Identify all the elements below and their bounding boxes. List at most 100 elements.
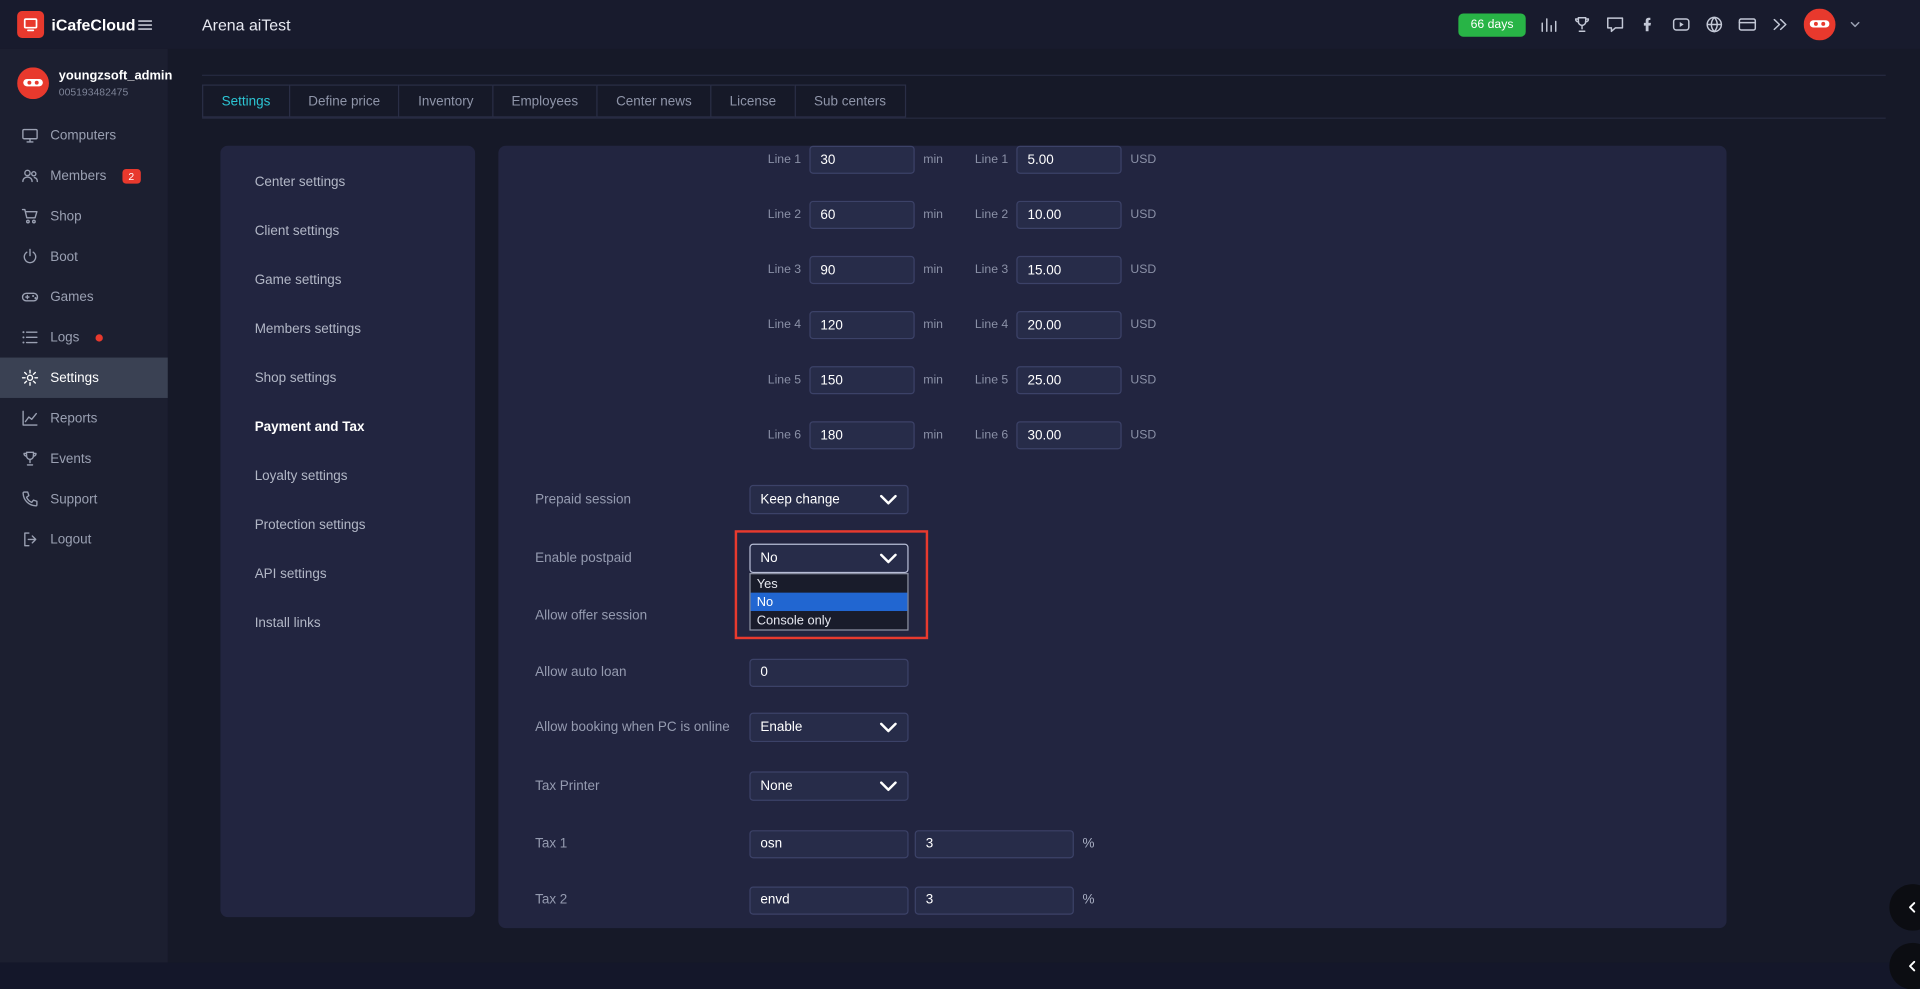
line5-min-input[interactable]	[809, 366, 914, 394]
main-content: Settings Define price Inventory Employee…	[168, 49, 1920, 962]
profile-id: 005193482475	[59, 86, 173, 98]
partners-icon[interactable]	[1771, 15, 1791, 35]
field-label: Allow offer session	[535, 609, 749, 624]
line-row: Line 5 min Line 5 USD	[768, 366, 1156, 394]
nav-shop-settings[interactable]: Shop settings	[220, 354, 475, 403]
tab-define-price[interactable]: Define price	[289, 84, 399, 117]
line4-min-input[interactable]	[809, 311, 914, 339]
sidebar-item-members[interactable]: Members 2	[0, 156, 168, 196]
chat-icon[interactable]	[1605, 15, 1625, 35]
chevron-down-icon[interactable]	[1849, 18, 1861, 30]
sidebar-item-support[interactable]: Support	[0, 479, 168, 519]
line3-usd-input[interactable]	[1016, 256, 1121, 284]
payment-tax-form: Line 1 min Line 1 USD Line 2 min Line 2	[498, 146, 1726, 928]
line6-usd-input[interactable]	[1016, 421, 1121, 449]
sidebar-item-computers[interactable]: Computers	[0, 115, 168, 155]
dropdown-option-console-only[interactable]: Console only	[751, 611, 908, 629]
shop-icon	[21, 207, 39, 225]
facebook-icon[interactable]	[1638, 15, 1658, 35]
line-label: Line 3	[975, 263, 1008, 276]
min-unit-label: min	[923, 429, 943, 442]
tax1-row: Tax 1 %	[535, 829, 1094, 858]
sidebar-item-label: Settings	[50, 370, 99, 385]
line-row: Line 2 min Line 2 USD	[768, 201, 1156, 229]
nav-install-links[interactable]: Install links	[220, 599, 475, 648]
line-label: Line 2	[768, 208, 801, 221]
nav-protection-settings[interactable]: Protection settings	[220, 501, 475, 550]
app-window: iCafeCloud Arena aiTest 66 days	[0, 0, 1920, 962]
nav-client-settings[interactable]: Client settings	[220, 207, 475, 256]
sidebar-item-label: Logs	[50, 330, 79, 345]
nav-members-settings[interactable]: Members settings	[220, 305, 475, 354]
sidebar-item-label: Boot	[50, 249, 78, 264]
user-avatar[interactable]	[1804, 9, 1836, 41]
line-row: Line 1 min Line 1 USD	[768, 146, 1156, 174]
sidebar-item-shop[interactable]: Shop	[0, 196, 168, 236]
tax-printer-select[interactable]: None	[749, 771, 908, 800]
sidebar-item-games[interactable]: Games	[0, 277, 168, 317]
line1-min-input[interactable]	[809, 146, 914, 174]
reports-icon	[21, 409, 39, 427]
prepaid-session-row: Prepaid session Keep change	[535, 485, 908, 514]
sidebar-item-boot[interactable]: Boot	[0, 236, 168, 276]
sidebar-item-settings[interactable]: Settings	[0, 358, 168, 398]
line5-usd-input[interactable]	[1016, 366, 1121, 394]
sidebar-item-label: Reports	[50, 411, 97, 426]
field-label: Allow booking when PC is online	[535, 720, 749, 735]
tab-sub-centers[interactable]: Sub centers	[794, 84, 905, 117]
license-days-badge[interactable]: 66 days	[1458, 13, 1525, 36]
divider	[202, 118, 1886, 119]
tab-center-news[interactable]: Center news	[596, 84, 710, 117]
sidebar-profile[interactable]: youngzsoft_admin 005193482475	[0, 49, 168, 115]
line1-usd-input[interactable]	[1016, 146, 1121, 174]
line3-min-input[interactable]	[809, 256, 914, 284]
dropdown-option-yes[interactable]: Yes	[751, 574, 908, 592]
line2-usd-input[interactable]	[1016, 201, 1121, 229]
nav-payment-and-tax[interactable]: Payment and Tax	[220, 403, 475, 452]
line2-min-input[interactable]	[809, 201, 914, 229]
billing-icon[interactable]	[1738, 15, 1758, 35]
select-value: No	[760, 551, 777, 566]
select-value: Enable	[760, 720, 802, 735]
line4-usd-input[interactable]	[1016, 311, 1121, 339]
youtube-icon[interactable]	[1671, 15, 1691, 35]
line-label: Line 6	[975, 429, 1008, 442]
sidebar-item-logs[interactable]: Logs	[0, 317, 168, 357]
tab-employees[interactable]: Employees	[492, 84, 597, 117]
nav-game-settings[interactable]: Game settings	[220, 256, 475, 305]
trophy-icon[interactable]	[1572, 15, 1592, 35]
nav-loyalty-settings[interactable]: Loyalty settings	[220, 452, 475, 501]
profile-name: youngzsoft_admin	[59, 69, 173, 84]
tab-settings[interactable]: Settings	[202, 84, 289, 117]
sidebar-item-reports[interactable]: Reports	[0, 398, 168, 438]
tax2-rate-input[interactable]	[915, 886, 1074, 914]
menu-toggle-icon[interactable]	[135, 15, 153, 33]
brand-logo[interactable]: iCafeCloud	[17, 11, 135, 38]
nav-api-settings[interactable]: API settings	[220, 550, 475, 599]
enable-postpaid-select[interactable]: No	[749, 544, 908, 573]
min-unit-label: min	[923, 208, 943, 221]
tax1-name-input[interactable]	[749, 830, 908, 858]
prepaid-session-select[interactable]: Keep change	[749, 485, 908, 514]
dropdown-option-no[interactable]: No	[751, 593, 908, 611]
allow-auto-loan-input[interactable]	[749, 658, 908, 686]
allow-offer-session-row: Allow offer session	[535, 601, 749, 630]
min-unit-label: min	[923, 153, 943, 166]
analytics-icon[interactable]	[1539, 15, 1559, 35]
brand-area: iCafeCloud	[0, 11, 168, 38]
line6-min-input[interactable]	[809, 421, 914, 449]
topbar-actions: 66 days	[1458, 9, 1920, 41]
allow-booking-select[interactable]: Enable	[749, 713, 908, 742]
tab-license[interactable]: License	[710, 84, 794, 117]
tax2-name-input[interactable]	[749, 886, 908, 914]
globe-icon[interactable]	[1704, 15, 1724, 35]
sidebar: youngzsoft_admin 005193482475 Computers …	[0, 49, 168, 962]
sidebar-item-events[interactable]: Events	[0, 438, 168, 478]
usd-unit-label: USD	[1130, 153, 1156, 166]
sidebar-item-logout[interactable]: Logout	[0, 519, 168, 559]
nav-center-settings[interactable]: Center settings	[220, 158, 475, 207]
sidebar-item-label: Games	[50, 290, 93, 305]
sidebar-avatar	[17, 67, 49, 99]
tab-inventory[interactable]: Inventory	[399, 84, 492, 117]
tax1-rate-input[interactable]	[915, 830, 1074, 858]
